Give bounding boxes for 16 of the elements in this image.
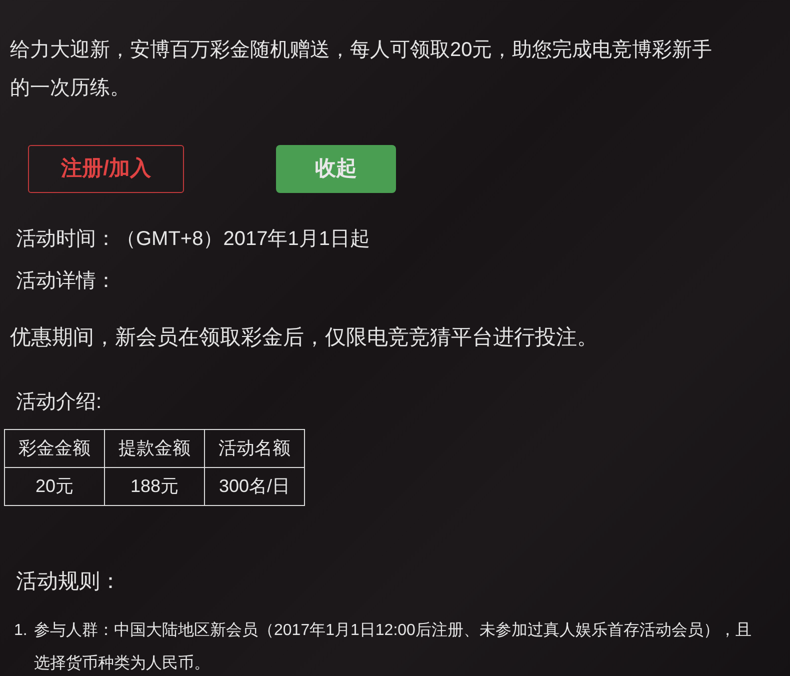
column-header: 彩金金额 [4,430,104,468]
column-header: 提款金额 [104,430,204,468]
table-cell: 300名/日 [204,468,304,506]
register-button[interactable]: 注册/加入 [28,145,184,193]
intro-text: 给力大迎新，安博百万彩金随机赠送，每人可领取20元，助您完成电竞博彩新手的一次历练。 [9,38,714,101]
rule-text: 参与人群：中国大陆地区新会员（2017年1月1日12:00后注册、未参加过真人娱乐首存活动会员），且选择货币种类为人民币。 [34,620,752,674]
collapse-button[interactable]: 收起 [276,145,396,193]
rule-number: 1. [14,621,28,641]
table-cell: 20元 [4,468,104,506]
rules-heading: 活动规则： [15,569,122,595]
intro-heading: 活动介绍: [15,390,103,415]
column-header: 活动名额 [204,430,304,468]
activity-time: 活动时间：（GMT+8）2017年1月1日起 [15,227,371,252]
details-text: 优惠期间，新会员在领取彩金后，仅限电竞竞猜平台进行投注。 [9,325,599,351]
table-cell: 188元 [104,468,204,506]
details-heading: 活动详情： [15,269,117,294]
